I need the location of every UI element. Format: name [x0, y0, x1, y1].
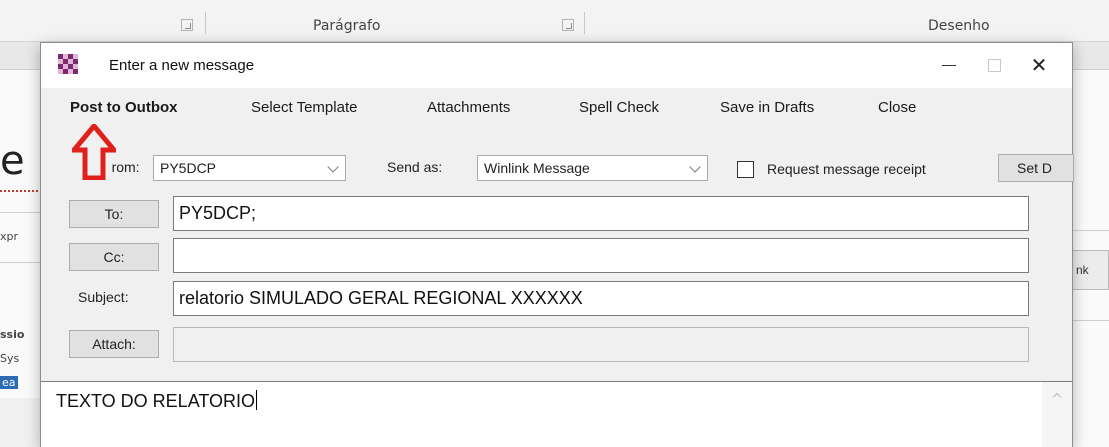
title-bar[interactable]: Enter a new message ✕	[41, 43, 1072, 88]
maximize-icon[interactable]	[971, 43, 1017, 88]
menu-close[interactable]: Close	[878, 99, 916, 116]
attach-button[interactable]: Attach:	[69, 330, 159, 358]
message-body-area[interactable]: TEXTO DO RELATORIO	[41, 381, 1072, 447]
background-side-text: ea	[0, 376, 18, 389]
from-value: PY5DCP	[160, 160, 217, 176]
checkered-app-icon	[58, 54, 78, 74]
send-as-combo[interactable]: Winlink Message	[477, 155, 708, 181]
dialog-launcher-icon[interactable]	[181, 19, 193, 31]
attach-field	[173, 327, 1029, 362]
menu-post-to-outbox[interactable]: Post to Outbox	[70, 99, 178, 116]
minimize-icon[interactable]	[926, 43, 972, 88]
send-as-value: Winlink Message	[484, 160, 590, 176]
menu-bar: Post to Outbox Select Template Attachmen…	[41, 88, 1072, 127]
background-heading-letter: e	[0, 138, 25, 184]
menu-select-template[interactable]: Select Template	[251, 99, 357, 116]
vertical-scrollbar[interactable]	[1042, 382, 1072, 447]
to-button-label: To:	[104, 206, 124, 222]
menu-spell-check[interactable]: Spell Check	[579, 99, 659, 116]
background-link-label: nk	[1076, 263, 1089, 277]
request-receipt-label: Request message receipt	[767, 161, 926, 177]
set-default-button[interactable]: Set D	[998, 154, 1074, 182]
subject-label: Subject:	[78, 289, 129, 305]
red-up-arrow-icon	[72, 124, 116, 180]
ribbon-divider	[584, 12, 585, 34]
cc-field[interactable]	[173, 238, 1029, 273]
request-receipt-checkbox[interactable]	[737, 161, 754, 178]
spelling-squiggle	[0, 188, 38, 192]
to-field[interactable]: PY5DCP;	[173, 196, 1029, 231]
chevron-down-icon	[689, 161, 701, 173]
background-side-text: Sys	[0, 352, 20, 365]
ribbon-divider	[205, 12, 206, 34]
scroll-up-arrow-icon[interactable]	[1052, 392, 1062, 402]
message-body-text[interactable]: TEXTO DO RELATORIO	[56, 390, 258, 412]
chevron-down-icon	[327, 161, 339, 173]
menu-save-in-drafts[interactable]: Save in Drafts	[720, 99, 814, 116]
cc-button[interactable]: Cc:	[69, 243, 159, 271]
to-button[interactable]: To:	[69, 200, 159, 228]
text-caret	[256, 390, 258, 410]
set-default-label: Set D	[1017, 160, 1053, 176]
attach-button-label: Attach:	[92, 336, 136, 352]
message-window: Enter a new message ✕ Post to Outbox Sel…	[40, 42, 1074, 447]
close-icon[interactable]: ✕	[1016, 43, 1062, 88]
ribbon-group-paragraph: Parágrafo	[313, 18, 381, 34]
dialog-launcher-icon[interactable]	[562, 19, 574, 31]
background-ribbon: Parágrafo Desenho	[0, 0, 1109, 42]
send-as-label: Send as:	[387, 159, 443, 175]
ribbon-group-drawing: Desenho	[928, 18, 990, 34]
background-side-text: ssio	[0, 328, 25, 341]
subject-field[interactable]: relatorio SIMULADO GERAL REGIONAL XXXXXX	[173, 281, 1029, 316]
from-combo[interactable]: PY5DCP	[153, 155, 346, 181]
background-side-text: xpr	[0, 230, 19, 243]
background-divider	[0, 262, 40, 263]
cc-button-label: Cc:	[103, 249, 125, 265]
window-title: Enter a new message	[109, 57, 255, 74]
message-body-content: TEXTO DO RELATORIO	[56, 391, 256, 411]
menu-attachments[interactable]: Attachments	[427, 99, 510, 116]
background-divider	[0, 212, 40, 213]
